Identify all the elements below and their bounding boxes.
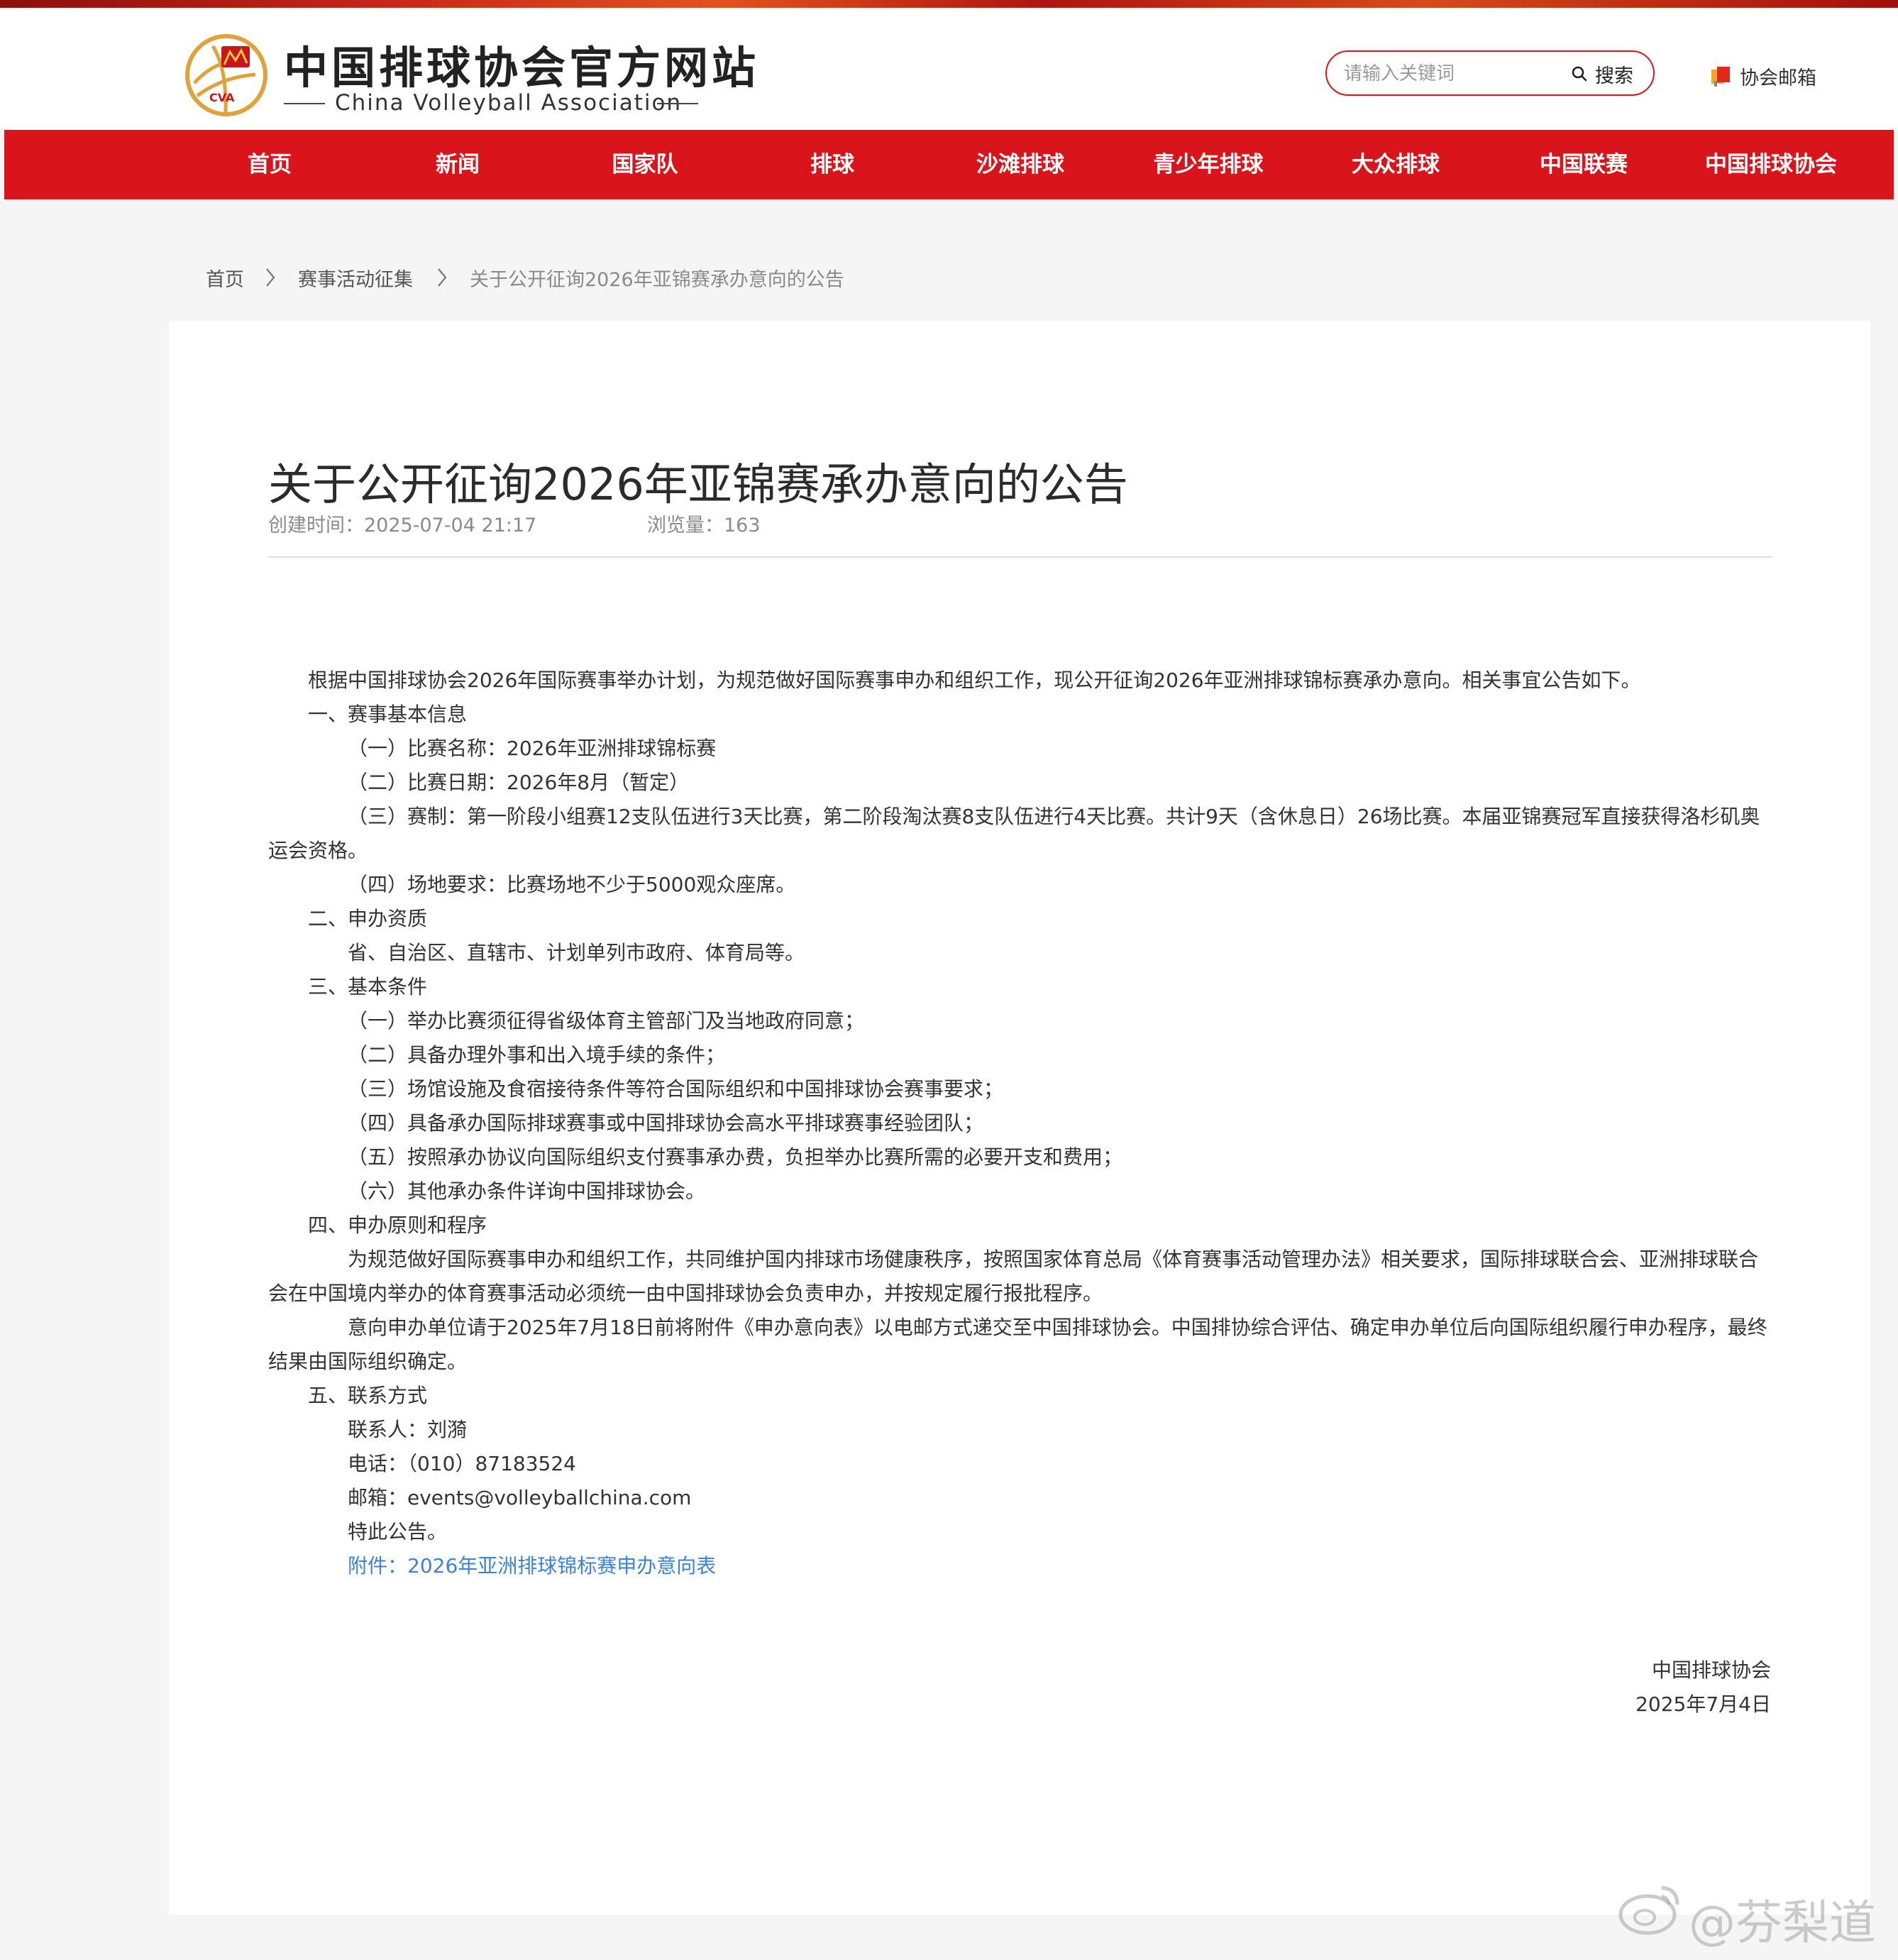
mailbox-link[interactable]: 协会邮箱 [1709,62,1816,90]
signature-date: 2025年7月4日 [1635,1692,1771,1716]
closing-note: 特此公告。 [348,1520,448,1543]
weibo-watermark: @芬梨道 [1618,1881,1887,1950]
logo-rule-left [284,103,325,104]
list-item: （二）具备办理外事和出入境手续的条件； [348,1043,726,1067]
list-item-continued: 运会资格。 [268,839,368,862]
section-heading-2: 二、申办资质 [308,907,428,930]
nav-item-china-league[interactable]: 中国联赛 [1499,130,1669,199]
contact-person: 联系人：刘漪 [348,1418,468,1441]
chevron-right-icon [436,267,448,293]
logo-rule-right [657,103,698,104]
paragraph-intro: 根据中国排球协会2026年国际赛事举办计划，为规范做好国际赛事申办和组织工作，现… [308,668,1641,692]
section-heading-3: 三、基本条件 [308,975,428,998]
list-item: （三）赛制：第一阶段小组赛12支队伍进行3天比赛，第二阶段淘汰赛8支队伍进行4天… [348,805,1760,828]
nav-item-news[interactable]: 新闻 [373,130,543,199]
weibo-icon [1618,1885,1679,1935]
site-name-en-wrap: China Volleyball Association [284,90,710,119]
nav-item-youth-volleyball[interactable]: 青少年排球 [1123,130,1293,199]
site-name-cn: 中国排球协会官方网站 [284,42,760,94]
main-nav: 首页 新闻 国家队 排球 沙滩排球 青少年排球 大众排球 中国联赛 中国排球协会 [4,130,1894,199]
paragraph-principle: 为规范做好国际赛事申办和组织工作，共同维护国内排球市场健康秩序，按照国家体育总局… [348,1248,1759,1271]
list-item: （一）举办比赛须征得省级体育主管部门及当地政府同意； [348,1009,865,1033]
section-heading-4: 四、申办原则和程序 [308,1213,487,1237]
list-item: （二）比赛日期：2026年8月（暂定） [348,771,690,794]
breadcrumb-event-collection[interactable]: 赛事活动征集 [298,264,413,292]
search-button-label: 搜索 [1595,65,1633,87]
cva-emblem-icon: CVA [184,33,268,117]
paragraph-principle-continued: 会在中国境内举办的体育赛事活动必须统一由中国排球协会负责申办，并按规定履行报批程… [268,1282,1103,1305]
nav-item-national-team[interactable]: 国家队 [560,130,730,199]
svg-text:CVA: CVA [209,91,235,104]
signature-org: 中国排球协会 [1651,1658,1771,1682]
search-button[interactable]: 搜索 [1571,59,1633,89]
search-icon [1572,66,1587,82]
breadcrumb-home[interactable]: 首页 [206,264,244,292]
article-view-count: 浏览量：163 [647,514,761,536]
mailbox-label: 协会邮箱 [1740,67,1816,89]
watermark-text: @芬梨道 [1689,1895,1876,1950]
nav-item-beach-volleyball[interactable]: 沙滩排球 [935,130,1105,199]
article-created-time: 创建时间：2025-07-04 21:17 [268,514,537,536]
mailbox-icon [1711,67,1730,87]
paragraph-procedure-continued: 结果由国际组织确定。 [268,1350,468,1373]
site-header: CVA 中国排球协会官方网站 China Volleyball Associat… [0,8,1898,130]
site-logo[interactable]: CVA 中国排球协会官方网站 China Volleyball Associat… [184,29,756,121]
search-box: 搜索 [1325,50,1655,96]
top-decor-strip [0,0,1898,8]
attachment-link[interactable]: 附件：2026年亚洲排球锦标赛申办意向表 [348,1551,716,1579]
paragraph-eligibility: 省、自治区、直辖市、计划单列市政府、体育局等。 [348,941,805,964]
list-item: （四）场地要求：比赛场地不少于5000观众座席。 [348,873,796,896]
search-input[interactable] [1342,57,1558,90]
nav-item-home[interactable]: 首页 [184,130,355,199]
list-item: （六）其他承办条件详询中国排球协会。 [348,1179,706,1203]
list-item: （四）具备承办国际排球赛事或中国排球协会高水平排球赛事经验团队； [348,1111,984,1135]
site-name-en: China Volleyball Association [335,90,683,116]
article-card: 关于公开征询2026年亚锦赛承办意向的公告 创建时间：2025-07-04 21… [169,321,1870,1915]
nav-item-mass-volleyball[interactable]: 大众排球 [1311,130,1481,199]
section-heading-5: 五、联系方式 [308,1384,428,1407]
contact-phone: 电话：（010）87183524 [348,1452,576,1475]
title-divider [268,556,1772,558]
contact-email: 邮箱：events@volleyballchina.com [348,1486,692,1509]
list-item: （一）比赛名称：2026年亚洲排球锦标赛 [348,737,717,760]
breadcrumb-current: 关于公开征询2026年亚锦赛承办意向的公告 [470,269,844,291]
paragraph-procedure: 意向申办单位请于2025年7月18日前将附件《申办意向表》以电邮方式递交至中国排… [348,1316,1767,1339]
section-heading-1: 一、赛事基本信息 [308,703,468,726]
list-item: （三）场馆设施及食宿接待条件等符合国际组织和中国排球协会赛事要求； [348,1077,1004,1101]
nav-item-cva[interactable]: 中国排球协会 [1686,130,1856,199]
list-item: （五）按照承办协议向国际组织支付赛事承办费，负担举办比赛所需的必要开支和费用； [348,1145,1123,1169]
article-title: 关于公开征询2026年亚锦赛承办意向的公告 [268,458,1128,510]
chevron-right-icon [264,267,277,293]
nav-item-volleyball[interactable]: 排球 [747,130,917,199]
